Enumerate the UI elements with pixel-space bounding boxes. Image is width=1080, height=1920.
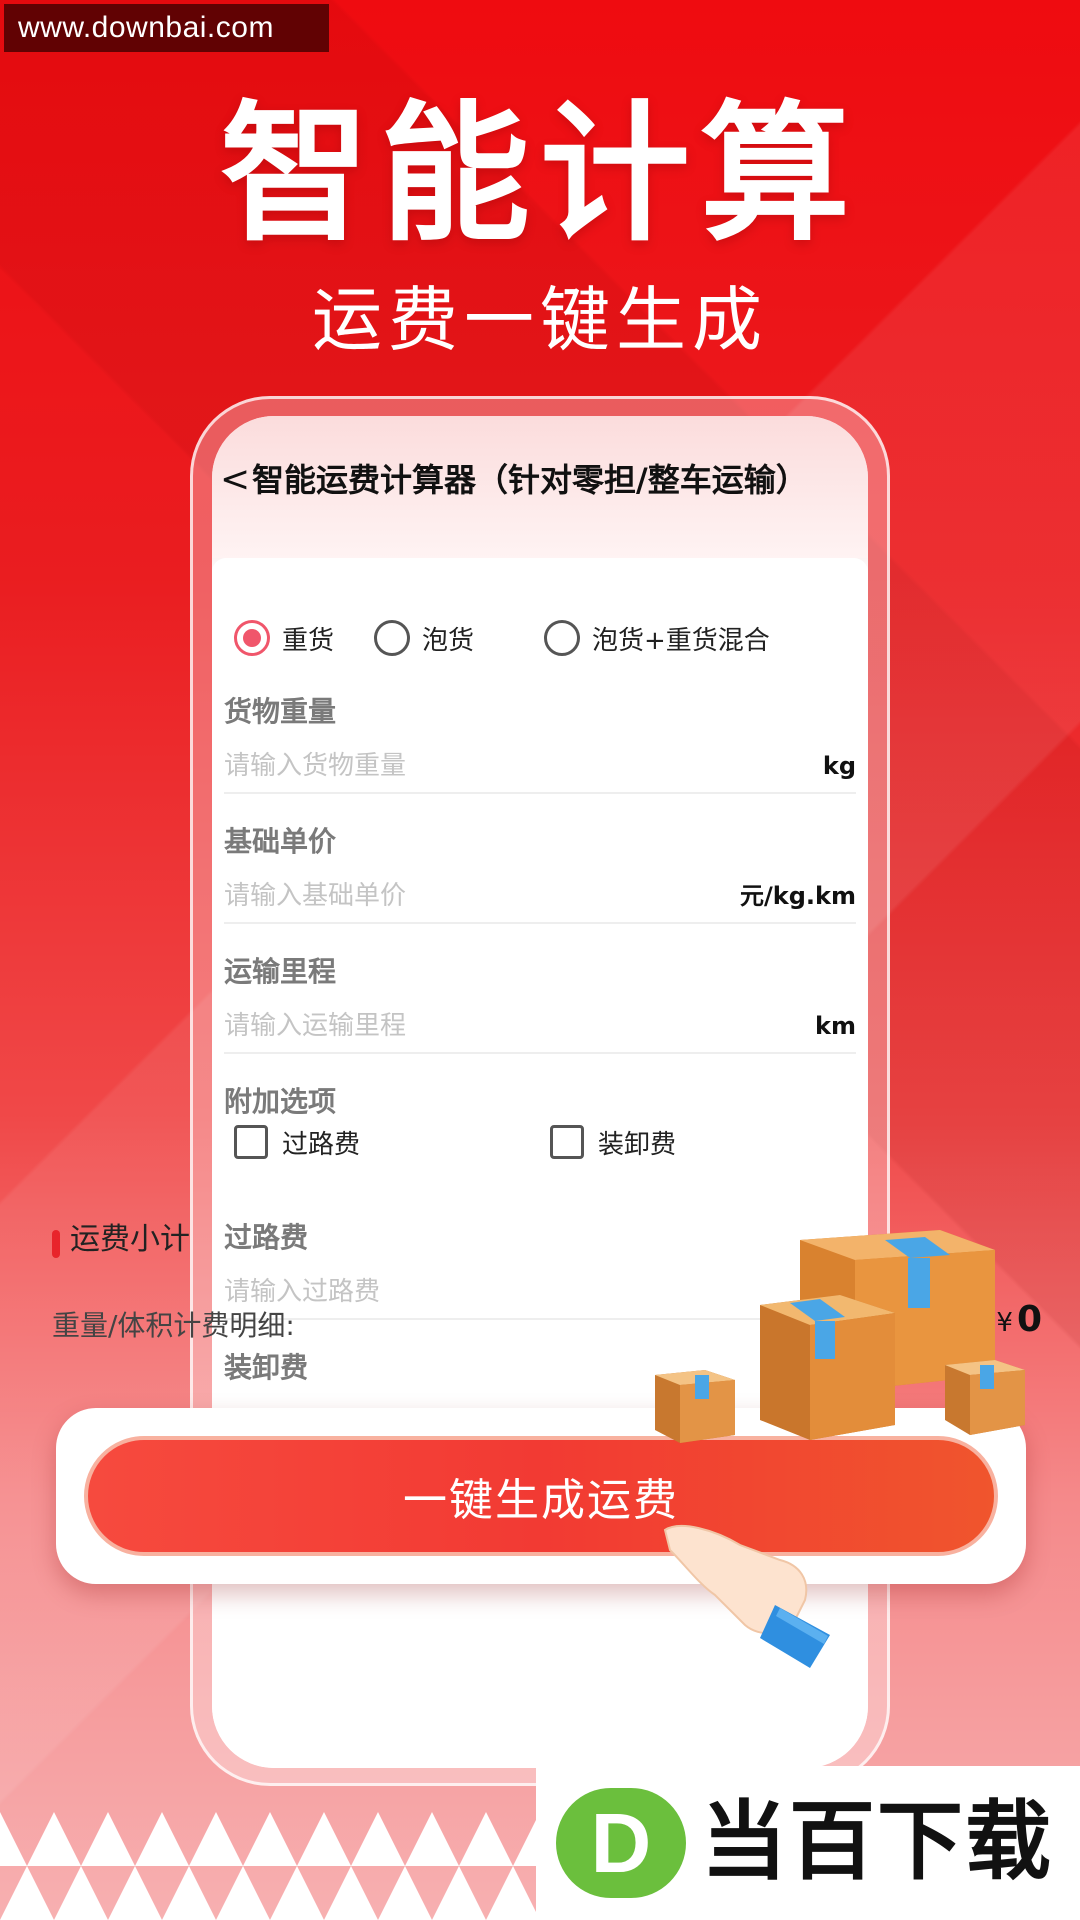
hero-title: 智能计算: [219, 88, 860, 262]
cargo-type-group: 重货 泡货 泡货+重货混合: [234, 616, 854, 660]
extras-section: 附加选项: [224, 1082, 856, 1122]
checkbox-label: 过路费: [282, 1129, 361, 1160]
unit-label: kg: [822, 752, 856, 780]
radio-unchecked-icon: [374, 620, 410, 656]
field-label: 货物重量: [224, 695, 337, 728]
radio-label: 重货: [282, 625, 335, 656]
back-icon[interactable]: <: [220, 458, 250, 502]
radio-mixed-cargo[interactable]: 泡货+重货混合: [544, 616, 770, 660]
extras-options: 过路费 装卸费: [234, 1120, 834, 1164]
field-label: 基础单价: [224, 825, 337, 858]
weight-input[interactable]: [224, 746, 704, 786]
unit-price-field: 基础单价 元/kg.km: [224, 822, 856, 924]
triangle-pattern: [0, 1812, 540, 1920]
summary-detail-label: 重量/体积计费明细:: [52, 1309, 295, 1342]
box-small-right: [945, 1360, 1025, 1435]
field-label: 运输里程: [224, 955, 337, 988]
unit-label: 元/kg.km: [740, 882, 856, 910]
hero-subtitle: 运费一键生成: [312, 279, 768, 361]
radio-label: 泡货: [422, 625, 475, 656]
extras-label: 附加选项: [224, 1085, 337, 1118]
checkbox-label: 装卸费: [598, 1129, 677, 1160]
brand-name: 当百下载: [701, 1792, 1053, 1892]
radio-heavy-cargo[interactable]: 重货: [234, 616, 334, 660]
distance-input[interactable]: [224, 1006, 704, 1046]
site-watermark: www.downbai.com: [4, 4, 329, 52]
weight-field: 货物重量 kg: [224, 692, 856, 794]
nav-bar: < 智能运费计算器（针对零担/整车运输）: [212, 416, 868, 558]
radio-unchecked-icon: [544, 620, 580, 656]
radio-checked-icon: [234, 620, 270, 656]
summary-title: 运费小计: [70, 1222, 190, 1257]
box-medium: [760, 1295, 895, 1440]
pointing-hand-icon: [663, 1524, 830, 1668]
unit-price-input[interactable]: [224, 876, 704, 916]
radio-light-cargo[interactable]: 泡货: [374, 616, 474, 660]
toll-input[interactable]: [224, 1272, 704, 1312]
boxes-illustration: [655, 1230, 1025, 1443]
brand-logo-icon: D: [556, 1788, 686, 1898]
distance-field: 运输里程 km: [224, 952, 856, 1054]
box-small-left: [655, 1370, 735, 1443]
checkbox-icon: [234, 1125, 268, 1159]
unit-label: km: [815, 1012, 856, 1040]
checkbox-loading[interactable]: 装卸费: [550, 1120, 676, 1164]
page-title: 智能运费计算器（针对零担/整车运输）: [252, 461, 808, 499]
brand-watermark: D 当百下载: [536, 1766, 1080, 1920]
checkbox-icon: [550, 1125, 584, 1159]
checkbox-toll[interactable]: 过路费: [234, 1120, 360, 1164]
radio-label: 泡货+重货混合: [592, 625, 770, 656]
